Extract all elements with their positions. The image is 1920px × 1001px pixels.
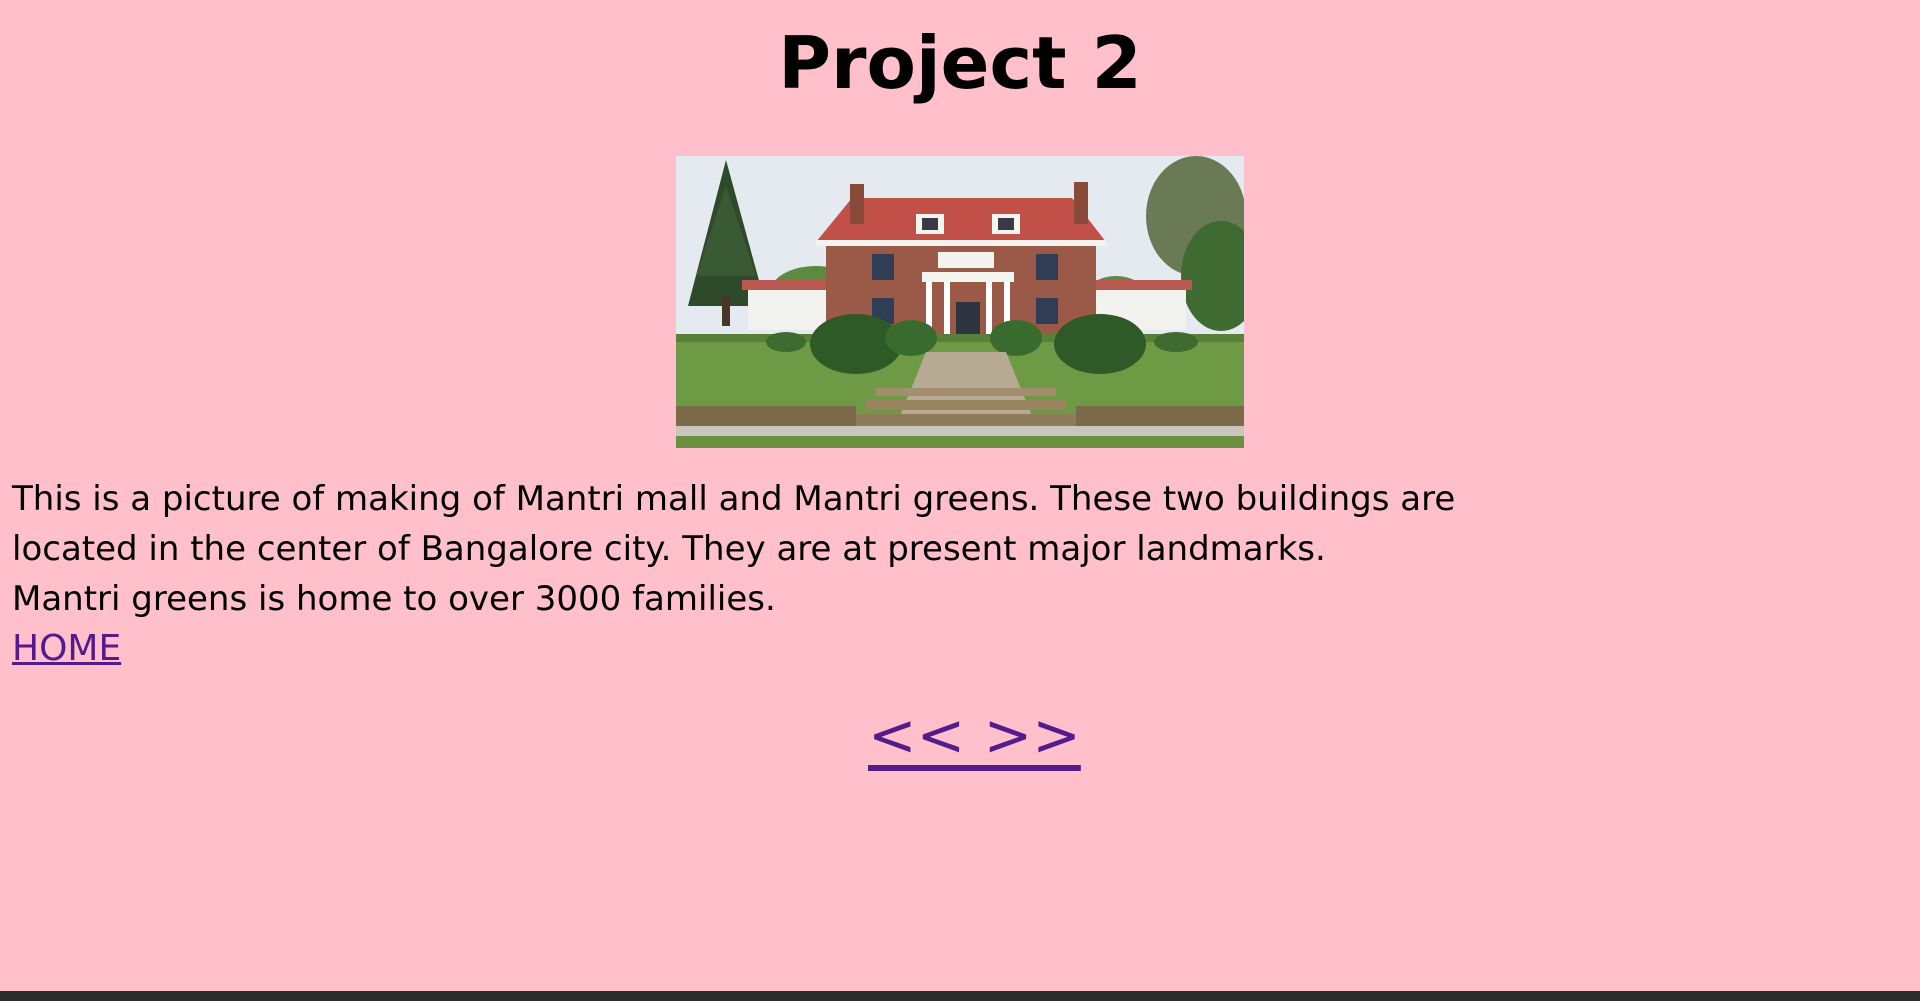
description-line-3: Mantri greens is home to over 3000 famil…: [12, 579, 776, 619]
description-line-2: located in the center of Bangalore city.…: [12, 529, 1326, 569]
taskbar-edge: [0, 991, 1920, 1001]
description-line-1: This is a picture of making of Mantri ma…: [12, 479, 1456, 519]
page-title: Project 2: [778, 21, 1142, 105]
project-description: This is a picture of making of Mantri ma…: [12, 474, 1512, 624]
house-photo: [676, 156, 1244, 448]
prev-next-link[interactable]: << >>: [868, 700, 1081, 770]
home-link[interactable]: HOME: [12, 624, 121, 674]
